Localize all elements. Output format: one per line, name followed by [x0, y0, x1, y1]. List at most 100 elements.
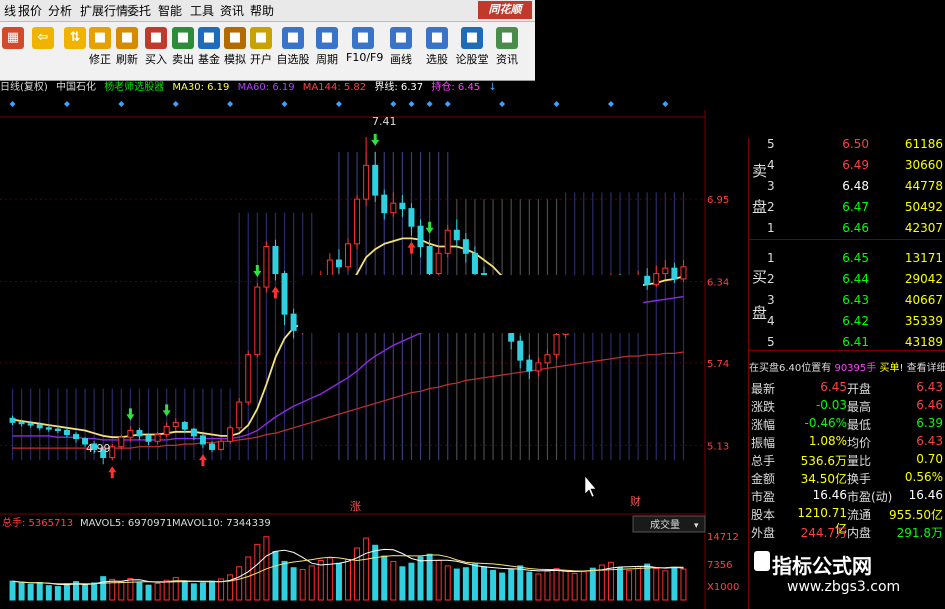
buy-signal-arrow-icon — [271, 286, 280, 299]
order-side-label: 卖 — [752, 162, 768, 180]
sell-order-row: 1 6.46 42307 — [749, 218, 945, 239]
toolbar-button-7[interactable]: ■ 自选股 — [276, 24, 310, 67]
toolbar-button-8[interactable]: ■ 周期 — [310, 24, 344, 67]
candle-body — [263, 246, 270, 288]
toolbar-button-label: 买入 — [145, 53, 167, 66]
stat-label: 均价 — [847, 436, 872, 450]
mouse-cursor-icon — [584, 475, 597, 498]
signal-diamond — [444, 101, 451, 107]
volume-bar — [381, 555, 388, 601]
stat-label: 开盘 — [847, 382, 872, 396]
toolbar-button-3[interactable]: ■ 卖出 — [170, 24, 196, 67]
menu-item-0[interactable]: 线 — [4, 2, 16, 19]
toolbar-button-label: 画线 — [390, 53, 412, 66]
toolbar-button-2[interactable]: ■ 买入 — [143, 24, 169, 67]
candle-body — [517, 340, 524, 361]
stat-value: 1.08% — [808, 434, 847, 448]
price-chart[interactable]: 6.95 6.34 5.74 5.13 14712 7356 X1000 7.41 4.99… — [0, 95, 750, 609]
candle-body — [254, 286, 261, 356]
toolbar-button-13[interactable]: ■ 资讯 — [490, 24, 524, 67]
toolbar-button-label: 选股 — [426, 53, 448, 66]
stock-name: 中国石化 — [56, 82, 96, 93]
toolbar-button-4[interactable]: ■ 基金 — [196, 24, 222, 67]
menu-item-7[interactable]: 资讯 — [220, 2, 244, 19]
signal-diamond — [335, 101, 342, 107]
stat-row: 市盈 16.46 市盈(动) 16.46 — [749, 487, 945, 504]
menu-item-5[interactable]: 智能 — [158, 2, 182, 19]
order-volume: 43189 — [904, 335, 943, 349]
menu-item-4[interactable]: 委托 — [127, 2, 151, 19]
watermark-title: 指标公式网 — [772, 554, 872, 578]
toolbar-button-5[interactable]: ■ 模拟 — [222, 24, 248, 67]
buy-order-row: 4 6.42 35339 — [749, 311, 945, 332]
stat-value: 6.39 — [916, 416, 943, 430]
candle-body — [127, 429, 134, 438]
up-down-button[interactable]: ⇅ — [62, 24, 88, 51]
stat-label: 最低 — [847, 418, 872, 432]
sell-icon: ■ — [172, 27, 194, 49]
volume-bar — [462, 567, 469, 601]
back-button[interactable]: ⇦ — [30, 24, 56, 51]
signal-diamond — [281, 101, 288, 107]
note-sign: 买单! — [879, 363, 904, 374]
candle-body — [172, 421, 179, 427]
volume-tick-label: 7356 — [707, 560, 732, 571]
order-volume: 35339 — [904, 314, 943, 328]
toolbar-button-6[interactable]: ■ 开户 — [248, 24, 274, 67]
ma60-value: MA60: 6.19 — [237, 82, 295, 93]
toolbar-button-1[interactable]: ■ 刷新 — [114, 24, 140, 67]
menu-item-2[interactable]: 分析 — [48, 2, 72, 19]
menu-item-6[interactable]: 工具 — [190, 2, 214, 19]
toolbar-button-9[interactable]: ■ F10/F9 — [346, 24, 383, 64]
stat-label: 涨幅 — [751, 418, 776, 432]
toolbar-button-label: 资讯 — [496, 53, 518, 66]
zhang-label: 涨 — [350, 500, 361, 513]
signal-diamond — [426, 101, 433, 107]
volume-bar — [544, 570, 551, 601]
low-annotation: 4.99 — [86, 442, 111, 455]
volume-tick-label: 14712 — [707, 532, 739, 543]
order-level: 1 — [767, 221, 775, 235]
toolbar-button-0[interactable]: ■ 修正 — [87, 24, 113, 67]
stat-label: 振幅 — [751, 436, 776, 450]
buy-order-row: 3 6.43 40667 — [749, 290, 945, 311]
grid-icon: ▦ — [2, 27, 24, 49]
volume-bar — [181, 581, 188, 601]
candle-body — [236, 401, 243, 429]
back-arrow-icon: ⇦ — [32, 27, 54, 49]
volume-tick-label: X1000 — [707, 582, 739, 593]
lock-icon: ■ — [250, 27, 272, 49]
volume-bar — [426, 553, 433, 601]
volume-selector[interactable]: 成交量 ▾ — [632, 515, 706, 533]
note-text: 在买盘6.40位置有 — [749, 363, 832, 374]
period-label[interactable]: 日线(复权) — [0, 82, 48, 93]
indicator-name[interactable]: 杨老师选股器 — [104, 82, 164, 93]
candle-body — [662, 267, 669, 275]
mavol10-value: MAVOL10: 7344339 — [172, 518, 271, 529]
toolbar-button-11[interactable]: ■ 选股 — [420, 24, 454, 67]
candle-body — [553, 333, 560, 356]
grid-button[interactable]: ▦ — [0, 24, 26, 51]
buy-signal-arrow-icon — [198, 454, 207, 467]
buy-order-row: 2 6.44 29042 — [749, 269, 945, 290]
hammer-icon: ■ — [224, 27, 246, 49]
toolbar-button-12[interactable]: ■ 论股堂 — [455, 24, 489, 67]
sell-signal-arrow-icon — [126, 408, 135, 421]
signal-diamond — [227, 101, 234, 107]
stat-value: 6.43 — [916, 380, 943, 394]
order-level: 5 — [767, 137, 775, 151]
stat-label: 市盈 — [751, 490, 776, 504]
menu-item-3[interactable]: 扩展行情 — [80, 2, 128, 19]
menu-item-8[interactable]: 帮助 — [250, 2, 274, 19]
menu-bar: 线报价 分析 扩展行情 委托 智能 工具 资讯 帮助 同花顺 — [0, 0, 535, 22]
stat-value: 536.6万 — [800, 454, 847, 468]
stat-row: 金额 34.50亿 换手 0.56% — [749, 469, 945, 486]
volume-bar — [517, 565, 524, 601]
volume-bar — [290, 567, 297, 601]
pen-icon: ■ — [390, 27, 412, 49]
order-level: 5 — [767, 335, 775, 349]
view-detail-link[interactable]: 查看详细 — [907, 363, 945, 374]
menu-item-1[interactable]: 报价 — [18, 2, 42, 19]
toolbar-button-10[interactable]: ■ 画线 — [384, 24, 418, 67]
volume-bar — [526, 571, 533, 601]
